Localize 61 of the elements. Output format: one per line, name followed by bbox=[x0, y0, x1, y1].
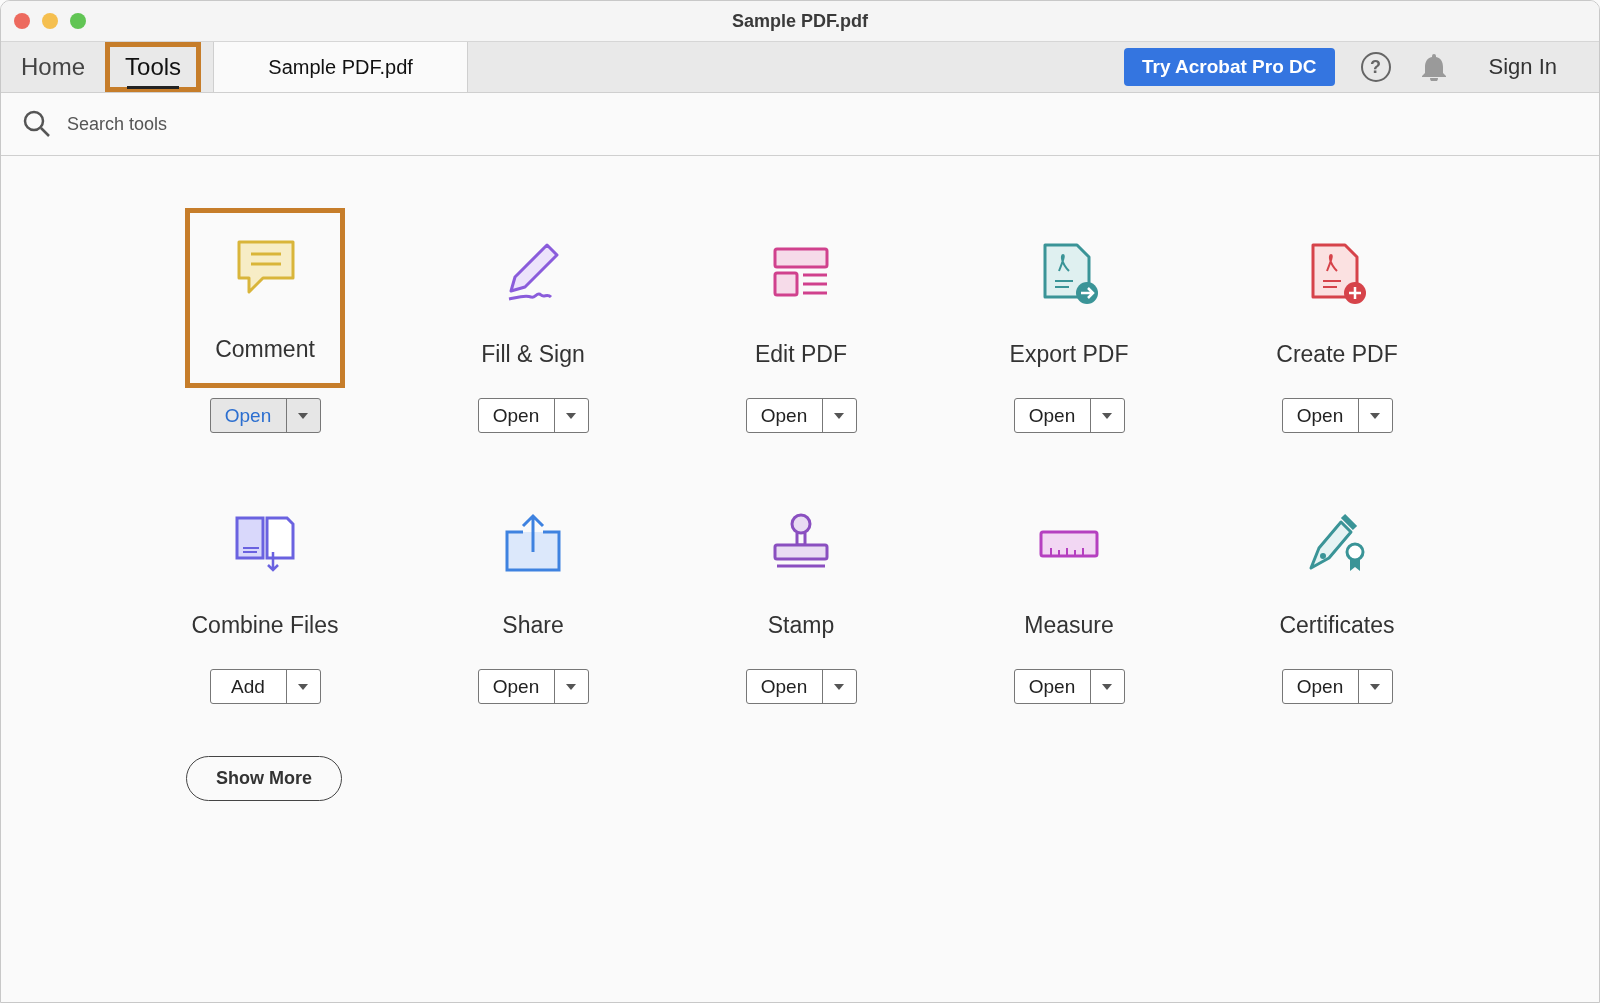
tool-label: Edit PDF bbox=[755, 341, 847, 368]
close-window-button[interactable] bbox=[14, 13, 30, 29]
open-button[interactable]: Open bbox=[746, 399, 823, 432]
tool-card[interactable]: Combine Files bbox=[185, 479, 345, 659]
tab[interactable]: Sample PDF.pdf bbox=[213, 42, 469, 92]
caret-icon bbox=[1102, 412, 1112, 419]
caret-icon bbox=[298, 412, 308, 419]
tool-label: Stamp bbox=[767, 612, 835, 639]
open-button[interactable]: Add bbox=[210, 670, 287, 703]
caret-icon bbox=[1370, 412, 1380, 419]
open-button[interactable]: Open bbox=[210, 399, 287, 432]
sign-in-button[interactable]: Sign In bbox=[1482, 53, 1563, 81]
split-button[interactable]: Add bbox=[209, 669, 321, 704]
tool-label: Combine Files bbox=[191, 612, 339, 639]
tool-label: Comment bbox=[215, 336, 315, 363]
tool-label: Certificates bbox=[1279, 612, 1395, 639]
tool-label: Create PDF bbox=[1276, 341, 1398, 368]
split-button[interactable]: Open bbox=[1281, 669, 1393, 704]
split-button[interactable]: Open bbox=[1281, 398, 1393, 433]
tool-card[interactable]: Edit PDF bbox=[721, 208, 881, 388]
tool-label: Export PDF bbox=[1009, 341, 1129, 368]
open-button[interactable]: Open bbox=[1014, 670, 1091, 703]
split-button[interactable]: Open bbox=[745, 669, 857, 704]
open-button[interactable]: Open bbox=[478, 670, 555, 703]
tool-card[interactable]: Create PDF bbox=[1257, 208, 1417, 388]
caret-icon bbox=[1102, 683, 1112, 690]
split-button[interactable]: Open bbox=[1013, 669, 1125, 704]
tool-label: Share bbox=[502, 612, 564, 639]
open-button[interactable]: Open bbox=[746, 670, 823, 703]
tool-card[interactable]: Measure bbox=[989, 479, 1149, 659]
tool-card[interactable]: Share bbox=[453, 479, 613, 659]
caret-icon bbox=[298, 683, 308, 690]
open-button[interactable]: Open bbox=[478, 399, 555, 432]
show-more-button[interactable]: Show More bbox=[186, 756, 342, 801]
split-button[interactable]: Open bbox=[745, 398, 857, 433]
window-title: Sample PDF.pdf bbox=[732, 10, 868, 31]
caret-icon bbox=[834, 412, 844, 419]
open-button[interactable]: Open bbox=[1282, 670, 1359, 703]
highlight-frame[interactable]: Comment bbox=[185, 208, 345, 388]
tool-label: Fill & Sign bbox=[481, 341, 585, 368]
help-button[interactable]: ? bbox=[1360, 52, 1391, 82]
tab[interactable]: Tools bbox=[105, 42, 202, 92]
tool-card[interactable]: Fill & Sign bbox=[453, 208, 613, 388]
split-button[interactable]: Open bbox=[209, 398, 321, 433]
tool-card[interactable]: Export PDF bbox=[989, 208, 1149, 388]
caret-icon bbox=[566, 412, 576, 419]
caret-icon bbox=[1370, 683, 1380, 690]
tab[interactable]: Home bbox=[1, 42, 106, 92]
tool-card[interactable]: Stamp bbox=[721, 479, 881, 659]
caret-icon bbox=[566, 683, 576, 690]
split-button[interactable]: Open bbox=[477, 398, 589, 433]
tool-card[interactable]: Certificates bbox=[1257, 479, 1417, 659]
split-button[interactable]: Open bbox=[1013, 398, 1125, 433]
try-pro-button[interactable]: Try Acrobat Pro DC bbox=[1123, 48, 1335, 86]
tool-label: Measure bbox=[1024, 612, 1114, 639]
search-icon bbox=[23, 110, 51, 138]
open-button[interactable]: Open bbox=[1282, 399, 1359, 432]
open-button[interactable]: Open bbox=[1014, 399, 1091, 432]
split-button[interactable]: Open bbox=[477, 669, 589, 704]
search-field[interactable]: Search tools bbox=[65, 112, 369, 136]
caret-icon bbox=[834, 683, 844, 690]
